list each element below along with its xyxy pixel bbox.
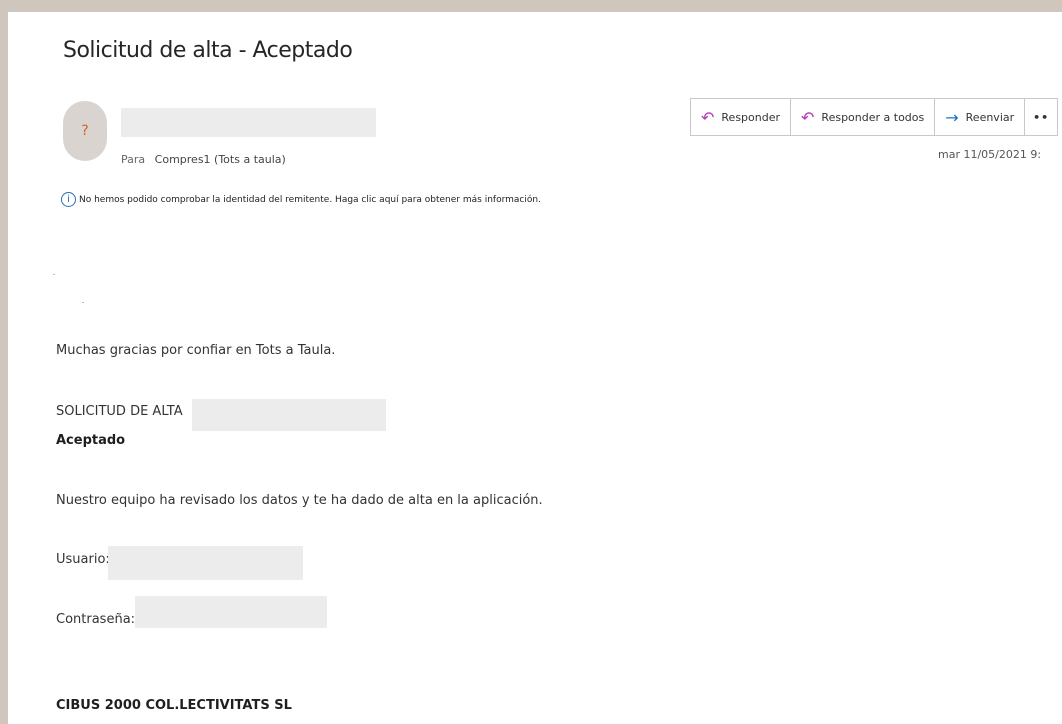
sender-name-redacted — [121, 108, 376, 137]
message-actions-toolbar: ↶ Responder ↶ Responder a todos → Reenvi… — [690, 98, 1059, 136]
to-label: Para — [121, 153, 146, 166]
reply-all-button[interactable]: ↶ Responder a todos — [791, 99, 936, 135]
image-placeholder-speck — [53, 274, 55, 275]
email-reading-pane: Solicitud de alta - Aceptado ? Para Comp… — [8, 12, 1062, 724]
email-subject: Solicitud de alta - Aceptado — [63, 38, 353, 63]
avatar-placeholder: ? — [81, 123, 89, 139]
company-name: CIBUS 2000 COL.LECTIVITATS SL — [56, 698, 292, 713]
password-value-redacted — [135, 596, 327, 628]
request-label: SOLICITUD DE ALTA — [56, 404, 183, 419]
reply-all-icon: ↶ — [801, 107, 815, 127]
thanks-text: Muchas gracias por confiar en Tots a Tau… — [56, 343, 336, 358]
status-text: Aceptado — [56, 433, 126, 448]
sender-warning-text: No hemos podido comprobar la identidad d… — [79, 194, 541, 205]
request-id-redacted — [192, 399, 386, 431]
recipient-name[interactable]: Compres1 (Tots a taula) — [155, 153, 286, 166]
reply-icon: ↶ — [701, 107, 715, 127]
info-icon: i — [61, 192, 76, 207]
message-text: Nuestro equipo ha revisado los datos y t… — [56, 493, 543, 508]
sender-avatar[interactable]: ? — [63, 101, 107, 161]
reply-all-label: Responder a todos — [821, 110, 925, 124]
reply-label: Responder — [721, 110, 781, 124]
password-label: Contraseña: — [56, 612, 136, 627]
reply-button[interactable]: ↶ Responder — [691, 99, 792, 135]
user-value-redacted — [108, 546, 303, 580]
recipient-line: Para Compres1 (Tots a taula) — [121, 153, 286, 166]
forward-icon: → — [945, 107, 959, 127]
forward-label: Reenviar — [965, 110, 1015, 124]
forward-button[interactable]: → Reenviar — [935, 99, 1026, 135]
sender-warning[interactable]: i No hemos podido comprobar la identidad… — [61, 192, 541, 207]
user-label: Usuario: — [56, 552, 110, 567]
image-placeholder-speck — [82, 302, 84, 303]
message-date: mar 11/05/2021 9: — [938, 148, 1042, 161]
more-actions-button[interactable]: •• — [1025, 99, 1057, 135]
